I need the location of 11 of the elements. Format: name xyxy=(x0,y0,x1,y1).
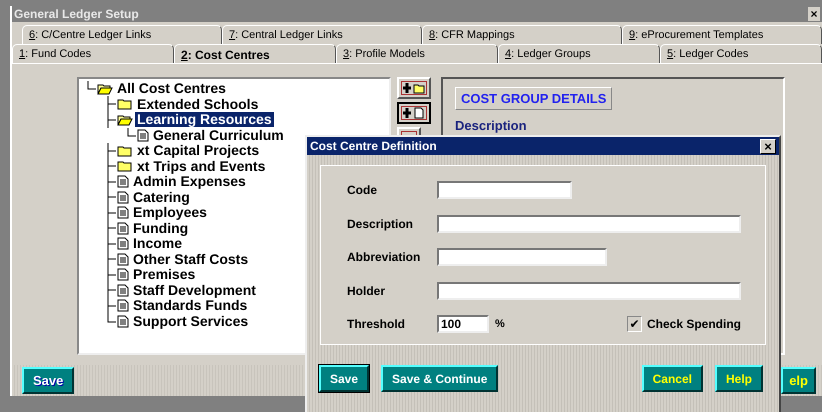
field-label: Abbreviation xyxy=(347,250,422,264)
field-label: Holder xyxy=(347,284,386,298)
field-label: Code xyxy=(347,183,378,197)
window-title: General Ledger Setup xyxy=(14,7,139,21)
field-label: Description xyxy=(347,216,414,230)
section-heading: COST GROUP DETAILS xyxy=(455,87,612,110)
field-label: Threshold xyxy=(347,317,406,331)
dialog-title: Cost Centre Definition xyxy=(310,139,437,153)
unit-label: % xyxy=(495,318,505,330)
checkbox-label: Check Spending xyxy=(646,317,741,331)
field-label: Description xyxy=(455,118,528,133)
